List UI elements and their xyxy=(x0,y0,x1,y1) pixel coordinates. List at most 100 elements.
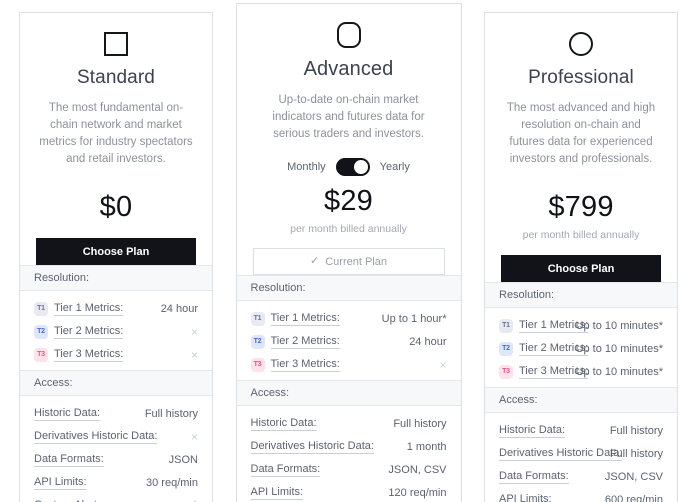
feature-value: JSON, CSV xyxy=(388,463,447,476)
plan-features: Resolution: T1 Tier 1 Metrics: Up to 10 m… xyxy=(485,282,677,502)
feature-label: Data Formats: xyxy=(250,462,321,477)
feature-unavailable-icon: × xyxy=(190,429,198,444)
feature-label-wrap: Historic Data: xyxy=(250,416,394,431)
feature-section-header: Resolution: xyxy=(485,282,677,308)
feature-value: 30 req/min xyxy=(146,476,198,489)
feature-value: Full history xyxy=(393,417,447,430)
plan-features: Resolution: T1 Tier 1 Metrics: Up to 1 ho… xyxy=(236,275,461,502)
feature-label: Derivatives Historic Data: xyxy=(499,446,623,461)
feature-label-wrap: Data Formats: xyxy=(34,453,169,467)
plan-name: Standard xyxy=(77,67,155,88)
tier-badge-t2: T2 xyxy=(499,341,513,356)
feature-row: T2 Tier 2 Metrics: 24 hour xyxy=(250,330,447,353)
feature-label: Derivatives Historic Data: xyxy=(34,429,158,444)
feature-label: Historic Data: xyxy=(34,406,101,421)
feature-row: Historic Data: Full history xyxy=(499,419,663,442)
price-note: per month billed annually xyxy=(290,223,407,235)
feature-row: Derivatives Historic Data: × xyxy=(34,425,198,448)
feature-row: API Limits: 120 req/min xyxy=(250,481,447,502)
plan-column-professional: Professional The most advanced and high … xyxy=(465,0,697,502)
plan-price: $29 xyxy=(324,185,373,217)
price-block: $0 xyxy=(36,190,196,224)
feature-label-wrap: Historic Data: xyxy=(34,407,145,421)
tier-badge-t3: T3 xyxy=(499,364,513,379)
choose-plan-button-standard[interactable]: Choose Plan xyxy=(36,238,196,265)
feature-section-header: Resolution: xyxy=(236,275,461,301)
plan-card-professional[interactable]: Professional The most advanced and high … xyxy=(484,12,678,502)
pricing-plans-grid: Standard The most fundamental on-chain n… xyxy=(0,0,697,502)
check-icon: ✓ xyxy=(310,255,320,267)
feature-label: Tier 2 Metrics: xyxy=(270,334,340,349)
plan-column-advanced: Advanced Up-to-date on-chain market indi… xyxy=(232,0,465,502)
billing-period-toggle[interactable]: Monthly Yearly xyxy=(253,158,445,176)
cta-wrap: Choose Plan xyxy=(20,238,212,265)
tier-badge-t1: T1 xyxy=(499,318,513,333)
feature-row: T3 Tier 3 Metrics: × xyxy=(34,343,198,366)
feature-row: T3 Tier 3 Metrics: Up to 10 minutes* xyxy=(499,360,663,383)
plan-card-advanced[interactable]: Advanced Up-to-date on-chain market indi… xyxy=(235,3,462,502)
feature-row: Data Formats: JSON, CSV xyxy=(250,458,447,481)
tier-badge-t1: T1 xyxy=(34,301,48,316)
plan-price: $0 xyxy=(99,191,133,223)
feature-value: Up to 1 hour* xyxy=(381,312,447,325)
feature-label: Data Formats: xyxy=(34,452,104,467)
price-block: $799 per month billed annually xyxy=(501,190,661,241)
cta-label: Choose Plan xyxy=(547,262,615,275)
feature-value: Up to 10 minutes* xyxy=(575,365,663,378)
feature-label: API Limits: xyxy=(34,475,87,490)
feature-value: 600 req/min xyxy=(604,493,663,502)
feature-section-rows: Historic Data: Full history Derivatives … xyxy=(485,413,677,502)
billing-toggle-switch[interactable] xyxy=(335,158,370,176)
feature-unavailable-icon: × xyxy=(439,357,447,372)
price-block: $29 per month billed annually xyxy=(253,184,445,235)
feature-unavailable-icon: × xyxy=(190,324,198,339)
feature-label: Tier 3 Metrics: xyxy=(54,347,124,362)
choose-plan-button-professional[interactable]: Choose Plan xyxy=(501,255,661,282)
feature-unavailable-icon: × xyxy=(190,347,198,362)
feature-label-wrap: T3 Tier 3 Metrics: xyxy=(34,347,191,362)
feature-label-wrap: T1 Tier 1 Metrics: xyxy=(499,318,589,333)
plan-icon-wrap xyxy=(253,18,445,52)
feature-section-header: Resolution: xyxy=(20,265,212,291)
tier-badge-t2: T2 xyxy=(34,324,48,339)
feature-row: API Limits: 600 req/min xyxy=(499,488,663,502)
feature-label-wrap: Derivatives Historic Data: xyxy=(34,430,191,444)
feature-row: Derivatives Historic Data: 1 month xyxy=(250,435,447,458)
squircle-icon xyxy=(336,22,361,48)
feature-row: T2 Tier 2 Metrics: Up to 10 minutes* xyxy=(499,337,663,360)
feature-value: 24 hour xyxy=(160,302,198,315)
feature-label-wrap: API Limits: xyxy=(34,476,146,490)
feature-value: Full history xyxy=(144,407,198,420)
feature-label: Tier 1 Metrics: xyxy=(54,301,124,316)
feature-value: JSON, CSV xyxy=(604,470,663,483)
feature-label-wrap: T2 Tier 2 Metrics: xyxy=(250,334,410,349)
feature-row: T1 Tier 1 Metrics: 24 hour xyxy=(34,297,198,320)
plan-description: Up-to-date on-chain market indicators an… xyxy=(272,94,425,140)
feature-label-wrap: API Limits: xyxy=(250,486,389,500)
circle-icon xyxy=(569,32,593,56)
plan-card-header: Standard The most fundamental on-chain n… xyxy=(20,13,212,224)
feature-section-rows: T1 Tier 1 Metrics: 24 hour T2 Tier 2 Metri… xyxy=(20,291,212,370)
feature-label-wrap: Data Formats: xyxy=(250,462,389,477)
feature-label: Custom Alerts: xyxy=(34,499,106,502)
feature-row: T3 Tier 3 Metrics: × xyxy=(250,353,447,376)
current-plan-button[interactable]: ✓ Current Plan xyxy=(252,248,445,275)
feature-row: Data Formats: JSON, CSV xyxy=(499,465,663,488)
plan-card-header: Advanced Up-to-date on-chain market indi… xyxy=(237,4,461,235)
feature-row: Historic Data: Full history xyxy=(250,412,447,435)
feature-label-wrap: Historic Data: xyxy=(499,424,610,438)
plan-name: Professional xyxy=(528,67,634,88)
plan-features: Resolution: T1 Tier 1 Metrics: 24 hour T2… xyxy=(20,265,212,502)
feature-label: Tier 2 Metrics: xyxy=(54,324,124,339)
plan-card-standard[interactable]: Standard The most fundamental on-chain n… xyxy=(19,12,213,502)
plan-description: The most fundamental on-chain network an… xyxy=(39,102,193,165)
feature-label-wrap: API Limits: xyxy=(499,493,605,502)
feature-value: 1 month xyxy=(406,440,447,453)
feature-value: Up to 10 minutes* xyxy=(575,319,663,332)
feature-section-rows: T1 Tier 1 Metrics: Up to 10 minutes* T2 Ti… xyxy=(485,308,677,387)
billing-monthly-label: Monthly xyxy=(287,161,326,173)
feature-label-wrap: T2 Tier 2 Metrics: xyxy=(34,324,191,339)
feature-value: 120 req/min xyxy=(388,486,447,499)
feature-label: Historic Data: xyxy=(250,416,317,431)
feature-label: Tier 3 Metrics: xyxy=(270,357,340,372)
